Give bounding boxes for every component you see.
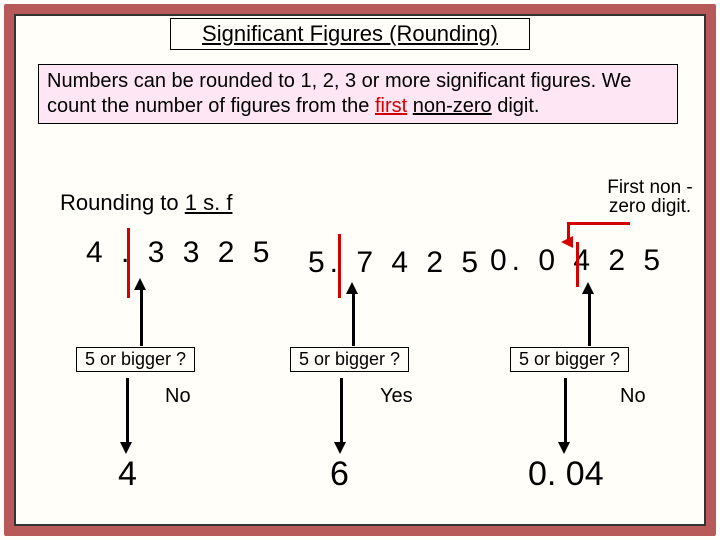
sigfig-marker-3 — [576, 242, 579, 287]
final-answer-2: 6 — [330, 455, 349, 494]
question-box-3: 5 or bigger ? — [510, 347, 629, 372]
intro-box: Numbers can be rounded to 1, 2, 3 or mor… — [38, 64, 678, 124]
intro-post: digit. — [492, 95, 540, 117]
question-text-1: 5 or bigger ? — [85, 349, 186, 369]
question-text-2: 5 or bigger ? — [299, 349, 400, 369]
intro-nonzero: non-zero — [413, 95, 492, 117]
final-answer-1: 4 — [118, 455, 137, 494]
question-box-1: 5 or bigger ? — [76, 347, 195, 372]
subhead-b: 1 s. f — [185, 190, 233, 215]
answer-1: No — [165, 385, 191, 408]
question-text-3: 5 or bigger ? — [519, 349, 620, 369]
title-text: Significant Figures (Rounding) — [202, 21, 498, 46]
answer-3: No — [620, 385, 646, 408]
callout-first-nonzero: First non -zero digit. — [600, 178, 700, 216]
intro-pre: Numbers can be rounded to 1, 2, 3 or mor… — [47, 70, 631, 117]
question-box-2: 5 or bigger ? — [290, 347, 409, 372]
example-number-1: 4 . 3 3 2 5 — [86, 236, 274, 270]
final-answer-3: 0. 04 — [528, 455, 604, 494]
subhead-a: Rounding to — [60, 190, 185, 215]
sigfig-marker-2 — [338, 234, 341, 298]
intro-first: first — [375, 95, 407, 117]
sigfig-marker-1 — [127, 228, 130, 298]
answer-2: Yes — [380, 385, 413, 408]
title-box: Significant Figures (Rounding) — [170, 18, 530, 50]
subheading: Rounding to 1 s. f — [60, 190, 232, 216]
example-number-2: 5. 7 4 2 5 — [308, 246, 483, 280]
